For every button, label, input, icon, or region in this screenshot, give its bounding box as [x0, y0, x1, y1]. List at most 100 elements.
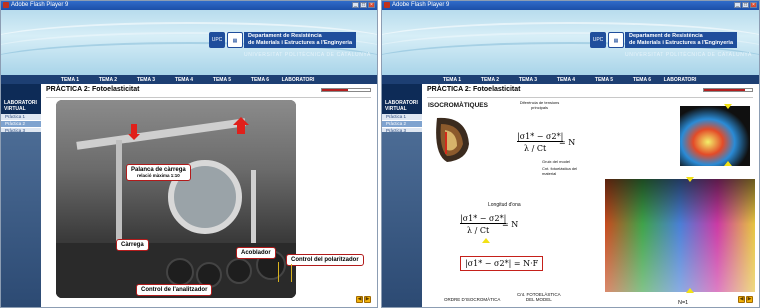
callout-lever-sublabel: relació màxima 1:10	[136, 173, 180, 178]
callout-load: Càrrega	[116, 239, 149, 251]
section-heading: ISOCROMÀTIQUES	[428, 102, 488, 109]
annotation-principal-stress-diff: Diferència de tensions principals	[519, 100, 560, 110]
leader-line	[278, 262, 279, 282]
title-divider	[427, 97, 753, 98]
flash-player-icon	[384, 2, 390, 8]
sidebar-item-practica-1[interactable]: Pràctica 1	[382, 114, 422, 121]
department-name-line2: de Materials i Estructures a l'Enginyeri…	[248, 40, 353, 46]
close-button[interactable]: ×	[368, 2, 375, 8]
sidebar-heading: LABORATORI VIRTUAL	[382, 84, 422, 114]
department-name-line1: Departament de Resistència	[629, 33, 703, 39]
callout-lever: Palanca de càrrega relació màxima 1:10	[126, 164, 191, 181]
window-titlebar: Adobe Flash Player 9 _ □ ×	[382, 1, 759, 10]
annotation-n1: N=1	[678, 300, 689, 306]
formula-boxed: |σ1* − σ2*| = N·F	[460, 256, 544, 271]
isochromatic-color-gradient	[605, 179, 755, 292]
formula-mid-numerator: |σ1* − σ2*|	[460, 214, 507, 224]
annotation-model-constant: Cnt. FOTOELÀSTICA DEL MODEL	[517, 292, 561, 302]
nav-tab-tema4[interactable]: TEMA 4	[547, 77, 585, 83]
leader-line	[291, 264, 292, 282]
main-content: PRÀCTICA 2: Fotoelasticitat ISOCROMÀTIQU…	[422, 84, 759, 307]
flash-player-window-2: Adobe Flash Player 9 _ □ × UPC ▦ Departa…	[381, 0, 760, 308]
yellow-arrow-down-icon	[724, 104, 732, 109]
department-name-line1: Departament de Resistència	[248, 33, 322, 39]
logo-group: UPC ▦	[209, 32, 243, 48]
polariscope-photo	[56, 100, 296, 298]
prev-slide-button[interactable]: ◀	[356, 296, 363, 303]
next-slide-button[interactable]: ▶	[364, 296, 371, 303]
nav-tab-tema5[interactable]: TEMA 5	[203, 77, 241, 83]
formula-mid-rhs: = N	[502, 220, 519, 229]
nav-tab-tema2[interactable]: TEMA 2	[89, 77, 127, 83]
yellow-arrow-down-icon	[686, 177, 694, 182]
sidebar-background	[382, 132, 422, 307]
formula-mid-denominator: λ / Ct	[467, 226, 490, 235]
nav-tab-tema3[interactable]: TEMA 3	[509, 77, 547, 83]
yellow-arrow-up-icon	[482, 238, 490, 243]
formula-top-rhs: = N	[559, 138, 576, 147]
sidebar: LABORATORI VIRTUAL Pràctica 1 Pràctica 2…	[1, 84, 41, 307]
nav-tab-laboratori[interactable]: LABORATORI	[279, 77, 317, 83]
annotation-material-constant: Cnt. fotoelàstica del material	[542, 166, 578, 176]
university-name: UNIVERSITAT POLITÈCNICA DE CATALUNYA	[625, 52, 752, 58]
department-name-line2: de Materials i Estructures a l'Enginyeri…	[629, 40, 734, 46]
flash-player-icon	[3, 2, 9, 8]
progress-fill	[322, 89, 349, 91]
department-logo-icon: ▦	[227, 32, 243, 48]
callout-coupler: Acoblador	[236, 247, 276, 259]
red-arrow-down-icon	[128, 124, 140, 140]
sidebar-background	[1, 132, 41, 307]
page-title: PRÀCTICA 2: Fotoelasticitat	[427, 86, 521, 93]
nav-tab-tema6[interactable]: TEMA 6	[623, 77, 661, 83]
window-titlebar: Adobe Flash Player 9 _ □ ×	[1, 1, 377, 10]
sidebar-item-practica-1[interactable]: Pràctica 1	[1, 114, 41, 121]
model-shape-image	[436, 117, 469, 162]
top-nav: TEMA 1 TEMA 2 TEMA 3 TEMA 4 TEMA 5 TEMA …	[382, 75, 759, 84]
nav-tab-tema2[interactable]: TEMA 2	[471, 77, 509, 83]
formula-top-denominator: λ / Ct	[524, 144, 547, 153]
progress-bar	[321, 88, 371, 92]
slide-navigation: ◀ ▶	[356, 296, 371, 303]
nav-tab-tema6[interactable]: TEMA 6	[241, 77, 279, 83]
formula-top-numerator: |σ1* − σ2*|	[517, 132, 564, 142]
top-nav: TEMA 1 TEMA 2 TEMA 3 TEMA 4 TEMA 5 TEMA …	[1, 75, 377, 84]
window-controls: _ □ ×	[734, 2, 757, 8]
callout-polarizer: Control del polaritzador	[286, 254, 364, 266]
sidebar-item-practica-2[interactable]: Pràctica 2	[1, 121, 41, 128]
maximize-button[interactable]: □	[360, 2, 367, 8]
yellow-arrow-up-icon	[686, 288, 694, 293]
nav-tab-tema1[interactable]: TEMA 1	[51, 77, 89, 83]
maximize-button[interactable]: □	[742, 2, 749, 8]
nav-tab-tema1[interactable]: TEMA 1	[433, 77, 471, 83]
slide-navigation: ◀ ▶	[738, 296, 753, 303]
logo-group: UPC ▦	[590, 32, 624, 48]
nav-tab-laboratori[interactable]: LABORATORI	[661, 77, 699, 83]
nav-tab-tema4[interactable]: TEMA 4	[165, 77, 203, 83]
title-divider	[46, 97, 371, 98]
red-arrow-up-icon	[233, 117, 249, 134]
department-name: Departament de Resistència de Materials …	[625, 32, 738, 48]
progress-bar	[703, 88, 753, 92]
prev-slide-button[interactable]: ◀	[738, 296, 745, 303]
annotation-model-thickness: Gruix del model	[542, 159, 571, 164]
flash-content: UPC ▦ Departament de Resistència de Mate…	[382, 10, 759, 307]
callout-analyzer: Control de l'analitzador	[136, 284, 213, 296]
flash-content: UPC ▦ Departament de Resistència de Mate…	[1, 10, 377, 307]
window-controls: _ □ ×	[352, 2, 375, 8]
nav-tab-tema5[interactable]: TEMA 5	[585, 77, 623, 83]
upc-logo-icon: UPC	[209, 32, 225, 48]
sidebar: LABORATORI VIRTUAL Pràctica 1 Pràctica 2…	[382, 84, 422, 307]
yellow-arrow-up-icon	[724, 161, 732, 166]
annotation-wavelength: Longitud d'ona	[488, 202, 521, 208]
sidebar-item-practica-2[interactable]: Pràctica 2	[382, 121, 422, 128]
nav-tab-tema3[interactable]: TEMA 3	[127, 77, 165, 83]
annotation-isochromatic-order: ORDRE D'ISOCROMÀTICA	[444, 297, 501, 302]
department-logo-icon: ▦	[608, 32, 624, 48]
minimize-button[interactable]: _	[734, 2, 741, 8]
progress-fill	[704, 89, 745, 91]
site-header: UPC ▦ Departament de Resistència de Mate…	[382, 10, 759, 75]
page-title: PRÀCTICA 2: Fotoelasticitat	[46, 86, 140, 93]
minimize-button[interactable]: _	[352, 2, 359, 8]
next-slide-button[interactable]: ▶	[746, 296, 753, 303]
close-button[interactable]: ×	[750, 2, 757, 8]
